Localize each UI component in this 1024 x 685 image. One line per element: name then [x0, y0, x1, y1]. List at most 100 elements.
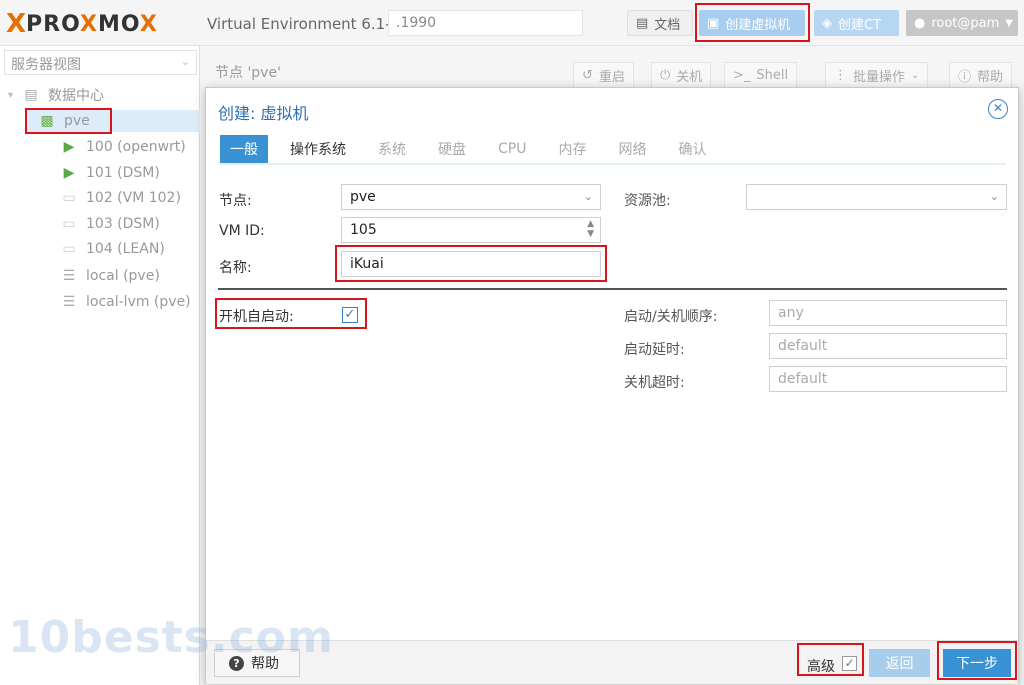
tab-os[interactable]: 操作系统 — [280, 135, 356, 163]
collapse-icon[interactable]: ▾ — [8, 90, 13, 101]
view-selector[interactable]: 服务器视图 ⌄ — [4, 50, 197, 75]
pool-label: 资源池: — [624, 193, 671, 209]
chevron-down-icon: ⌄ — [583, 190, 593, 203]
boot-order-input[interactable]: any — [769, 300, 1007, 326]
node-online-icon: ▩ — [40, 113, 54, 129]
logo-text: PROXMOX — [26, 12, 158, 37]
create-vm-button-label: 创建虚拟机 — [725, 17, 791, 33]
tab-confirm[interactable]: 确认 — [668, 135, 716, 163]
tab-network[interactable]: 网络 — [608, 135, 656, 163]
shutdown-timeout-input[interactable]: default — [769, 366, 1007, 392]
startup-delay-label: 启动延时: — [624, 342, 685, 358]
tab-underline — [220, 163, 1006, 165]
logo-x-end: X — [139, 11, 158, 37]
refresh-icon: ↺ — [582, 67, 593, 83]
node-select-value: pve — [350, 189, 376, 205]
tab-general[interactable]: 一般 — [220, 135, 268, 163]
next-button[interactable]: 下一步 — [943, 649, 1011, 677]
ellipsis-vertical-icon: ⋮ — [834, 67, 847, 83]
reboot-button[interactable]: ↺ 重启 — [573, 62, 634, 88]
name-label: 名称: — [219, 260, 252, 276]
spinner-arrows-icon[interactable]: ▲ ▼ — [587, 219, 594, 239]
logo-x: X — [6, 9, 26, 39]
shutdown-button-label: 关机 — [676, 69, 703, 85]
tree-item-datacenter[interactable]: ▤ 数据中心 — [20, 84, 104, 106]
page-title: 节点 'pve' — [215, 65, 281, 81]
vmid-spinner[interactable]: 105 ▲ ▼ — [341, 217, 601, 243]
back-button[interactable]: 返回 — [869, 649, 930, 677]
book-icon: ▤ — [636, 15, 649, 31]
shutdown-timeout-label: 关机超时: — [624, 375, 685, 391]
pool-select[interactable]: ⌄ — [746, 184, 1007, 210]
chevron-down-icon: ▼ — [1005, 17, 1013, 29]
user-menu-button[interactable]: ● root@pam ▼ — [906, 10, 1018, 36]
top-bar: X PROXMOX Virtual Environment 6.1-7 .199… — [0, 0, 1024, 46]
vmid-label: VM ID: — [219, 223, 265, 239]
shell-button[interactable]: >_ Shell — [724, 62, 798, 88]
tree-item-label: pve — [64, 113, 90, 129]
version-label: Virtual Environment 6.1-7 — [207, 15, 401, 33]
advanced-checkbox[interactable]: ✓ — [842, 656, 857, 671]
boot-order-label: 启动/关机顺序: — [624, 309, 718, 325]
search-input[interactable]: .1990 — [388, 10, 583, 36]
cube-icon: ◈ — [822, 15, 832, 31]
bulk-actions-button[interactable]: ⋮ 批量操作 ⌄ — [825, 62, 929, 88]
tree-item-label: local-lvm (pve) — [86, 294, 191, 310]
tab-disk[interactable]: 硬盘 — [428, 135, 476, 163]
vm-running-icon: ▶ — [63, 165, 75, 181]
vm-stopped-icon: ▭ — [62, 241, 76, 257]
help-button-label: 帮助 — [251, 656, 279, 672]
chevron-down-icon: ⌄ — [911, 69, 920, 81]
logo-x-inner: X — [80, 11, 98, 37]
create-vm-dialog: 创建: 虚拟机 ✕ 一般 操作系统 系统 硬盘 CPU 内存 网络 确认 节点:… — [205, 87, 1019, 684]
autostart-checkbox[interactable]: ✓ — [342, 307, 358, 323]
tree-item-node-pve[interactable]: ▩ pve — [26, 110, 200, 132]
vm-running-icon: ▶ — [63, 139, 75, 155]
tab-system[interactable]: 系统 — [368, 135, 416, 163]
help-icon: ? — [229, 655, 244, 671]
tree-item-label: 103 (DSM) — [86, 216, 160, 232]
node-select[interactable]: pve ⌄ — [341, 184, 601, 210]
monitor-icon: ▣ — [707, 15, 720, 31]
create-ct-button[interactable]: ◈ 创建CT — [814, 10, 899, 36]
name-input[interactable]: iKuai — [341, 251, 601, 277]
shell-button-label: Shell — [756, 67, 789, 83]
tab-memory[interactable]: 内存 — [548, 135, 596, 163]
tree-item-vm[interactable]: ▭ 102 (VM 102) — [58, 187, 181, 209]
tree-item-vm[interactable]: ▶ 101 (DSM) — [58, 162, 160, 184]
chevron-down-icon: ⌄ — [180, 55, 190, 68]
help-icon: ⓘ — [958, 69, 972, 85]
terminal-icon: >_ — [733, 67, 751, 83]
create-vm-button[interactable]: ▣ 创建虚拟机 — [699, 10, 805, 36]
node-header: 节点 'pve' ↺ 重启 ⏻ 关机 >_ Shell ⋮ 批量操作 ⌄ ⓘ 帮… — [205, 54, 1024, 88]
help-button[interactable]: ? 帮助 — [214, 649, 300, 677]
tree-item-vm[interactable]: ▭ 104 (LEAN) — [58, 238, 164, 260]
tree-item-vm[interactable]: ▭ 103 (DSM) — [58, 213, 160, 235]
help-button-label: 帮助 — [977, 69, 1004, 85]
tab-cpu[interactable]: CPU — [488, 135, 536, 163]
help-button-header[interactable]: ⓘ 帮助 — [949, 62, 1013, 88]
dialog-title: 创建: 虚拟机 — [218, 104, 309, 123]
tree-item-storage[interactable]: ☰ local-lvm (pve) — [58, 291, 191, 313]
tree-item-label: 100 (openwrt) — [86, 139, 186, 155]
advanced-label: 高级 — [807, 659, 835, 675]
storage-icon: ☰ — [62, 294, 76, 310]
docs-button[interactable]: ▤ 文档 — [627, 10, 693, 36]
reboot-button-label: 重启 — [598, 69, 625, 85]
proxmox-logo: X PROXMOX — [6, 9, 158, 39]
tree-item-vm[interactable]: ▶ 100 (openwrt) — [58, 136, 186, 158]
chevron-down-icon: ⌄ — [989, 190, 999, 203]
startup-delay-input[interactable]: default — [769, 333, 1007, 359]
vmid-value: 105 — [350, 222, 377, 238]
tree-item-storage[interactable]: ☰ local (pve) — [58, 265, 160, 287]
close-icon[interactable]: ✕ — [988, 99, 1008, 119]
server-rack-icon: ▤ — [24, 87, 38, 103]
vm-stopped-icon: ▭ — [62, 190, 76, 206]
user-menu-label: root@pam — [931, 15, 1000, 31]
bulk-actions-label: 批量操作 — [853, 69, 906, 85]
vm-stopped-icon: ▭ — [62, 216, 76, 232]
tree-item-label: local (pve) — [86, 268, 160, 284]
shutdown-button[interactable]: ⏻ 关机 — [651, 62, 712, 88]
storage-icon: ☰ — [62, 268, 76, 284]
dialog-footer: ? 帮助 高级 ✓ 返回 下一步 — [206, 640, 1018, 684]
